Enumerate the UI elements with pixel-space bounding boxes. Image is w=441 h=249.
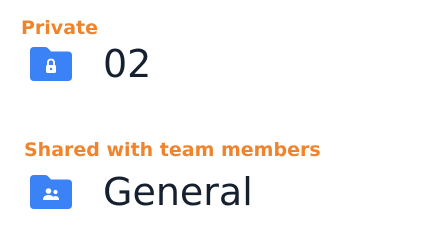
- folder-item-shared[interactable]: General: [27, 169, 253, 215]
- section-title-shared: Shared with team members: [24, 139, 321, 161]
- section-title-private: Private: [21, 17, 98, 39]
- folder-name: General: [103, 170, 253, 214]
- team-folder-icon: [30, 175, 72, 209]
- folder-name: 02: [103, 42, 152, 86]
- folder-item-private[interactable]: 02: [27, 41, 151, 87]
- lock-folder-icon: [30, 47, 72, 81]
